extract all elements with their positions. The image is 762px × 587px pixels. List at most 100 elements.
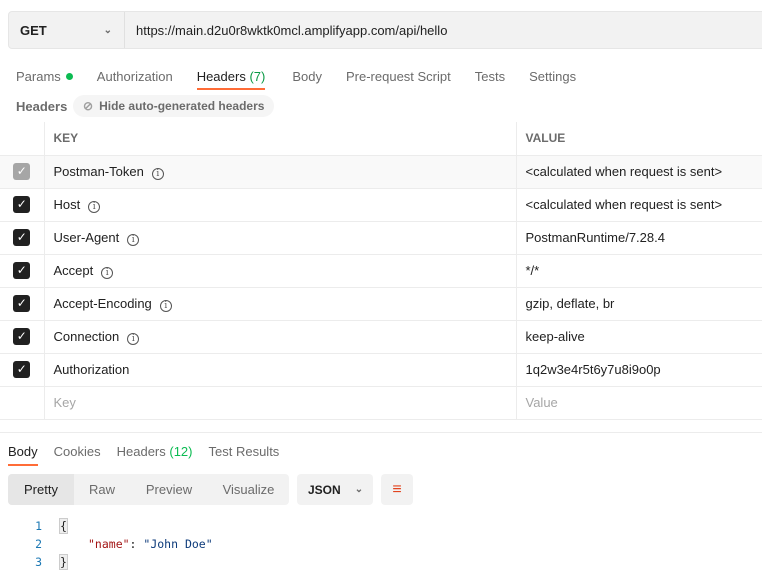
row-checkbox[interactable]: ✓ [13,196,31,214]
header-key: Accept-Encoding [53,295,152,311]
header-key: Accept [53,262,94,278]
method-select[interactable]: GET ⌄ [9,12,125,48]
wrap-lines-icon[interactable]: ≡ [381,474,413,505]
value-cell[interactable]: <calculated when request is sent> [516,187,762,222]
value-cell[interactable]: gzip, deflate, br [516,286,762,321]
header-row: ✓ Host i <calculated when request is sent> [0,187,762,222]
checkbox-cell: ✓ [0,319,45,354]
info-icon[interactable]: i [127,332,140,345]
row-checkbox[interactable]: ✓ [13,361,31,379]
headers-table: KEY VALUE ✓ Postman-Token i <calculated when… [0,122,762,420]
checkbox-cell: ✓ [0,187,45,222]
key-cell[interactable]: Host i [44,187,517,222]
checkbox-cell: ✓ [0,352,45,387]
key-cell[interactable]: Authorization [44,352,517,387]
row-checkbox[interactable]: ✓ [13,295,31,313]
response-tabs: Body Cookies Headers (12) Test Results [8,437,279,466]
key-input[interactable]: Key [44,385,517,420]
header-value: PostmanRuntime/7.28.4 [525,230,665,245]
key-cell[interactable]: Accept i [44,253,517,288]
tab-authorization[interactable]: Authorization [97,62,173,90]
chevron-down-icon: ⌄ [354,484,364,495]
tab-cookies[interactable]: Cookies [54,437,101,466]
headers-section-title: Headers [16,99,68,114]
header-value: 1q2w3e4r5t6y7u8i9o0p [525,362,661,377]
info-icon[interactable]: i [127,233,140,246]
header-key: Connection [53,328,120,344]
key-cell[interactable]: Postman-Token i [44,154,517,189]
key-column-header: KEY [44,122,517,156]
view-pretty[interactable]: Pretty [8,474,74,505]
view-preview[interactable]: Preview [130,474,208,505]
header-key: Host [53,196,81,212]
method-label: GET [20,22,47,38]
response-code: 1 { 2 "name": "John Doe" 3} [0,517,213,571]
url-bar: GET ⌄ https://main.d2u0r8wktk0mcl.amplify… [8,11,762,49]
divider [0,432,762,433]
info-icon[interactable]: i [151,167,164,180]
tab-test-results[interactable]: Test Results [209,437,280,466]
row-checkbox[interactable]: ✓ [13,328,31,346]
header-value: gzip, deflate, br [525,296,615,311]
value-cell[interactable]: 1q2w3e4r5t6y7u8i9o0p [516,352,762,387]
value-cell[interactable]: */* [516,253,762,288]
view-mode-selector: Pretty Raw Preview Visualize [8,474,289,505]
headers-count: (7) [249,68,266,84]
json-value: "John Doe" [143,537,213,551]
key-cell[interactable]: Connection i [44,319,517,354]
row-checkbox[interactable]: ✓ [13,262,31,280]
header-row: ✓ Postman-Token i <calculated when request … [0,154,762,189]
tab-label: Headers [116,444,166,459]
line-number: 1 [35,519,42,533]
tab-pre-request-script[interactable]: Pre-request Script [346,62,451,90]
tab-params[interactable]: Params [16,62,73,90]
value-cell[interactable]: <calculated when request is sent> [516,154,762,189]
header-key: Postman-Token [53,163,144,179]
request-tabs: Params Authorization Headers (7) Body Pr… [16,62,576,90]
header-row: ✓ Accept-Encoding i gzip, deflate, br [0,286,762,321]
new-header-row: Key Value [0,385,762,420]
view-raw[interactable]: Raw [74,474,130,505]
code-brace: { [59,518,68,534]
hide-auto-headers-button[interactable]: ⊘ Hide auto-generated headers [73,95,275,117]
value-cell[interactable]: PostmanRuntime/7.28.4 [516,220,762,255]
value-input[interactable]: Value [516,385,762,420]
url-input[interactable]: https://main.d2u0r8wktk0mcl.amplifyapp.c… [125,12,447,48]
tab-body[interactable]: Body [292,62,322,90]
json-colon: : [129,537,144,551]
value-column-header: VALUE [516,122,762,156]
tab-label: Headers [196,68,246,84]
value-cell[interactable]: keep-alive [516,319,762,354]
header-value: <calculated when request is sent> [525,164,723,179]
header-row: ✓ User-Agent i PostmanRuntime/7.28.4 [0,220,762,255]
tab-tests[interactable]: Tests [475,62,505,90]
tab-settings[interactable]: Settings [529,62,576,90]
key-cell[interactable]: User-Agent i [44,220,517,255]
hide-label: Hide auto-generated headers [99,99,265,113]
info-icon[interactable]: i [101,266,114,279]
header-key: User-Agent [53,229,120,245]
info-icon[interactable]: i [88,200,101,213]
tab-response-body[interactable]: Body [8,437,38,466]
tab-headers[interactable]: Headers (7) [196,62,266,90]
params-dot [65,72,73,80]
checkbox-cell: ✓ [0,286,45,321]
checkbox-cell [0,385,45,420]
header-value: */* [525,263,540,278]
format-label: JSON [308,482,341,497]
info-icon[interactable]: i [159,299,172,312]
tab-response-headers[interactable]: Headers (12) [117,437,193,466]
view-visualize[interactable]: Visualize [208,474,289,505]
row-checkbox[interactable]: ✓ [13,229,31,247]
header-row: ✓ Connection i keep-alive [0,319,762,354]
header-value: keep-alive [525,329,585,344]
json-key: "name" [88,537,130,551]
eye-off-icon: ⊘ [83,99,94,113]
key-cell[interactable]: Accept-Encoding i [44,286,517,321]
header-key: Authorization [53,362,130,377]
format-select[interactable]: JSON ⌄ [297,474,373,505]
line-number: 3 [35,555,42,569]
line-number: 2 [35,537,42,551]
header-row: ✓ Authorization 1q2w3e4r5t6y7u8i9o0p [0,352,762,387]
checkbox-cell: ✓ [0,220,45,255]
